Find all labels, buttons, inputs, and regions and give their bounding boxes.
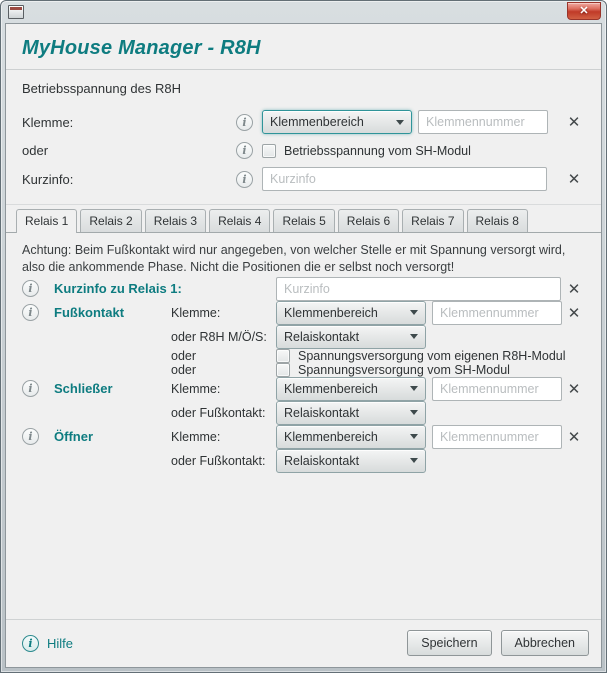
relais-kurzinfo-row: i Kurzinfo zu Relais 1: ✕: [22, 277, 585, 301]
kurzinfo-input[interactable]: [262, 167, 547, 191]
help-info-icon[interactable]: i: [22, 635, 39, 652]
tab-relais-1[interactable]: Relais 1: [16, 209, 77, 233]
chevron-down-icon: [410, 458, 418, 463]
schliesser-fusskontakt-row: oder Fußkontakt: Relaiskontakt: [22, 401, 585, 425]
cancel-button[interactable]: Abbrechen: [501, 630, 589, 656]
tab-relais-4[interactable]: Relais 4: [209, 209, 270, 232]
clear-icon[interactable]: ✕: [563, 380, 585, 398]
schliesser-klemmennummer-input[interactable]: [432, 377, 562, 401]
versorgung-eigen-r8h-checkbox[interactable]: [276, 349, 290, 363]
dialog-client-area: MyHouse Manager - R8H Betriebsspannung d…: [5, 23, 602, 668]
schliesser-klemme-row: i Schließer Klemme: Klemmenbereich ✕: [22, 377, 585, 401]
relais-kurzinfo-input[interactable]: [276, 277, 561, 301]
chevron-down-icon: [410, 410, 418, 415]
power-section-heading: Betriebsspannung des R8H: [22, 81, 585, 96]
info-icon[interactable]: i: [22, 428, 39, 445]
info-icon[interactable]: i: [236, 171, 253, 188]
info-icon[interactable]: i: [22, 280, 39, 297]
power-oder-row: oder i Betriebsspannung vom SH-Modul: [22, 142, 585, 159]
fusskontakt-oder-label: oder: [171, 349, 276, 363]
power-kurzinfo-row: Kurzinfo: i ✕: [22, 167, 585, 191]
combo-value: Relaiskontakt: [284, 454, 404, 468]
fusskontakt-sh-row: oder Spannungsversorgung vom SH-Modul: [22, 363, 585, 377]
info-icon[interactable]: i: [236, 114, 253, 131]
betriebsspannung-sh-checkbox[interactable]: [262, 144, 276, 158]
oeffner-klemmenbereich-select[interactable]: Klemmenbereich: [276, 425, 426, 449]
info-icon[interactable]: i: [22, 380, 39, 397]
chevron-down-icon: [396, 120, 404, 125]
close-button[interactable]: ✕: [567, 2, 601, 20]
fusskontakt-klemmennummer-input[interactable]: [432, 301, 562, 325]
fusskontakt-rms-row: oder R8H M/Ö/S: Relaiskontakt: [22, 325, 585, 349]
schliesser-klemme-label: Klemme:: [171, 382, 276, 396]
relais-tabstrip: Relais 1 Relais 2 Relais 3 Relais 4 Rela…: [6, 209, 601, 233]
dialog-window: ✕ MyHouse Manager - R8H Betriebsspannung…: [0, 0, 607, 673]
page-title: MyHouse Manager - R8H: [22, 37, 585, 60]
fusskontakt-eigen-row: oder Spannungsversorgung vom eigenen R8H…: [22, 349, 585, 363]
power-klemme-row: Klemme: i Klemmenbereich ✕: [22, 110, 585, 134]
kurzinfo-label: Kurzinfo:: [22, 172, 236, 187]
dialog-header: MyHouse Manager - R8H: [6, 24, 601, 70]
versorgung-sh-checkbox[interactable]: [276, 363, 290, 377]
combo-value: Klemmenbereich: [284, 382, 404, 396]
combo-value: Klemmenbereich: [284, 430, 404, 444]
fusskontakt-oder-label: oder: [171, 363, 276, 377]
schliesser-oder-fusskontakt-label: oder Fußkontakt:: [171, 406, 276, 420]
chevron-down-icon: [410, 434, 418, 439]
klemme-label: Klemme:: [22, 115, 236, 130]
relais-kurzinfo-label: Kurzinfo zu Relais 1:: [39, 281, 276, 296]
versorgung-sh-checkbox-label: Spannungsversorgung vom SH-Modul: [298, 363, 510, 377]
oeffner-title: Öffner: [39, 429, 171, 444]
app-icon: [8, 5, 24, 19]
oeffner-klemme-label: Klemme:: [171, 430, 276, 444]
fusskontakt-oder-rms-label: oder R8H M/Ö/S:: [171, 330, 276, 344]
clear-icon[interactable]: ✕: [563, 304, 585, 322]
titlebar: ✕: [5, 1, 602, 23]
tab-relais-8[interactable]: Relais 8: [467, 209, 528, 232]
tab-relais-5[interactable]: Relais 5: [273, 209, 334, 232]
chevron-down-icon: [410, 386, 418, 391]
fusskontakt-warning-text: Achtung: Beim Fußkontakt wird nur angege…: [22, 242, 585, 277]
help-link[interactable]: Hilfe: [47, 636, 73, 651]
combo-value: Klemmenbereich: [270, 115, 390, 129]
fusskontakt-klemme-label: Klemme:: [171, 306, 276, 320]
fusskontakt-relaiskontakt-select[interactable]: Relaiskontakt: [276, 325, 426, 349]
schliesser-relaiskontakt-select[interactable]: Relaiskontakt: [276, 401, 426, 425]
oder-label: oder: [22, 143, 236, 158]
combo-value: Klemmenbereich: [284, 306, 404, 320]
clear-icon[interactable]: ✕: [563, 170, 585, 188]
klemmenbereich-select[interactable]: Klemmenbereich: [262, 110, 412, 134]
chevron-down-icon: [410, 334, 418, 339]
betriebsspannung-sh-checkbox-label: Betriebsspannung vom SH-Modul: [284, 144, 471, 158]
footer-buttons: Speichern Abbrechen: [398, 630, 589, 656]
tab-area: Relais 1 Relais 2 Relais 3 Relais 4 Rela…: [6, 204, 601, 233]
oeffner-oder-fusskontakt-label: oder Fußkontakt:: [171, 454, 276, 468]
fusskontakt-klemme-row: i Fußkontakt Klemme: Klemmenbereich ✕: [22, 301, 585, 325]
klemmennummer-input[interactable]: [418, 110, 548, 134]
save-button[interactable]: Speichern: [407, 630, 491, 656]
info-icon[interactable]: i: [22, 304, 39, 321]
tab-relais-3[interactable]: Relais 3: [145, 209, 206, 232]
oeffner-relaiskontakt-select[interactable]: Relaiskontakt: [276, 449, 426, 473]
tab-relais-7[interactable]: Relais 7: [402, 209, 463, 232]
combo-value: Relaiskontakt: [284, 330, 404, 344]
clear-icon[interactable]: ✕: [563, 428, 585, 446]
chevron-down-icon: [410, 310, 418, 315]
clear-icon[interactable]: ✕: [563, 280, 585, 298]
oeffner-fusskontakt-row: oder Fußkontakt: Relaiskontakt: [22, 449, 585, 473]
versorgung-eigen-r8h-checkbox-label: Spannungsversorgung vom eigenen R8H-Modu…: [298, 349, 566, 363]
fusskontakt-klemmenbereich-select[interactable]: Klemmenbereich: [276, 301, 426, 325]
schliesser-klemmenbereich-select[interactable]: Klemmenbereich: [276, 377, 426, 401]
clear-icon[interactable]: ✕: [563, 113, 585, 131]
fusskontakt-title: Fußkontakt: [39, 305, 171, 320]
oeffner-klemme-row: i Öffner Klemme: Klemmenbereich ✕: [22, 425, 585, 449]
combo-value: Relaiskontakt: [284, 406, 404, 420]
tab-relais-2[interactable]: Relais 2: [80, 209, 141, 232]
dialog-footer: i Hilfe Speichern Abbrechen: [6, 619, 601, 667]
info-icon[interactable]: i: [236, 142, 253, 159]
schliesser-title: Schließer: [39, 381, 171, 396]
oeffner-klemmennummer-input[interactable]: [432, 425, 562, 449]
tab-relais-6[interactable]: Relais 6: [338, 209, 399, 232]
